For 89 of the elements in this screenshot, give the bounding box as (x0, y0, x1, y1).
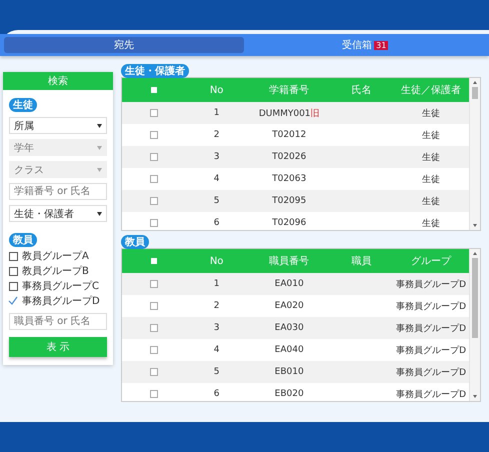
dropdown[interactable]: 生徒・保護者 (9, 205, 107, 222)
scrollbar[interactable] (469, 249, 480, 401)
row-checkbox[interactable] (150, 109, 158, 117)
search-field[interactable]: 学籍番号 or 氏名 (9, 183, 107, 200)
section-label: 生徒 (9, 98, 37, 112)
row-checkbox[interactable] (150, 368, 158, 376)
table-cell-text: 事務員グループD (396, 344, 466, 356)
table-cell-text: 生徒 (422, 152, 440, 164)
table-cell-text: 生徒 (422, 108, 440, 120)
count-badge: 31 (374, 40, 388, 50)
table-cell-text: 事務員グループD (396, 366, 466, 378)
scroll-thumb[interactable] (472, 87, 478, 99)
checkbox-item[interactable]: 教員グループB (9, 264, 107, 278)
row-checkbox[interactable] (150, 131, 158, 139)
tab[interactable]: 宛先 (4, 37, 244, 53)
table-cell: 3 (214, 152, 220, 162)
table-cell: 5 (214, 196, 220, 206)
table-cell: T02096 (272, 218, 306, 228)
row-checkbox[interactable] (150, 197, 158, 205)
table-cell-text: DUMMY001旧 (258, 108, 320, 120)
checkbox-item[interactable]: 事務員グループD (9, 294, 107, 308)
table-cell-text: 事務員グループD (396, 388, 466, 400)
column-header: No (208, 84, 224, 96)
column-header: 生徒／保護者 (400, 84, 462, 97)
column-header: 学籍番号 (268, 84, 310, 97)
checkbox[interactable] (9, 252, 18, 260)
table-cell-text: 事務員グループD (396, 278, 466, 290)
table-cell: 1 (214, 108, 220, 118)
caret-icon (97, 124, 102, 128)
table-cell: 4 (214, 174, 220, 184)
column-header: No (208, 256, 224, 266)
row-checkbox[interactable] (150, 175, 158, 183)
search-field[interactable]: 職員番号 or 氏名 (9, 313, 107, 330)
table-cell: EA030 (274, 323, 304, 333)
checkbox[interactable] (9, 282, 18, 290)
table-cell: 6 (214, 218, 220, 228)
caret-icon (97, 212, 102, 216)
table-cell: 2 (214, 301, 220, 311)
row-checkbox[interactable] (150, 346, 158, 354)
checkbox-item[interactable]: 教員グループA (9, 249, 107, 263)
column-header: 氏名 (350, 84, 373, 97)
table-cell: EA010 (274, 279, 304, 289)
table-cell: EB020 (274, 389, 304, 399)
table-cell-text: 生徒 (422, 196, 440, 208)
column-header: 職員番号 (268, 254, 310, 268)
table-cell: 1 (214, 279, 220, 289)
table-title: 生徒・保護者 (121, 64, 189, 78)
checkbox-item[interactable]: 事務員グループC (9, 279, 107, 293)
column-header: グループ (410, 254, 452, 268)
select-all-checkbox[interactable] (150, 87, 157, 93)
checkbox[interactable] (9, 266, 18, 276)
scroll-thumb[interactable] (472, 258, 478, 338)
table-cell: 4 (214, 345, 220, 355)
table-cell: T02026 (272, 152, 306, 162)
table-cell-text: 事務員グループD (396, 322, 466, 334)
scroll-down-icon[interactable] (473, 395, 477, 398)
row-checkbox[interactable] (150, 280, 158, 288)
table-cell-text: 生徒 (422, 218, 440, 230)
table-title: 教員 (121, 235, 149, 249)
table-cell-text: 生徒 (422, 174, 440, 186)
row-checkbox[interactable] (150, 390, 158, 398)
tab[interactable]: 受信箱 31 (246, 37, 485, 53)
table-cell: T02012 (272, 130, 306, 140)
dropdown[interactable]: 所属 (9, 117, 107, 134)
panel-header: 検索 (3, 72, 113, 90)
section-label: 教員 (9, 233, 37, 247)
table-cell: T02063 (272, 174, 306, 184)
row-checkbox[interactable] (150, 219, 158, 227)
table-cell-text: 事務員グループD (396, 300, 466, 312)
table-cell: 6 (214, 389, 220, 399)
scroll-down-icon[interactable] (473, 224, 477, 227)
table-cell: 5 (214, 367, 220, 377)
scroll-up-icon[interactable] (473, 81, 477, 84)
row-checkbox[interactable] (150, 153, 158, 161)
table-cell: 2 (214, 130, 220, 140)
scrollbar[interactable] (469, 78, 480, 230)
table-cell: T02095 (272, 196, 306, 206)
table-cell: EA020 (274, 301, 304, 311)
row-checkbox[interactable] (150, 324, 158, 332)
table-cell-text: 生徒 (422, 130, 440, 142)
table-cell: EB010 (274, 367, 304, 377)
row-checkbox[interactable] (150, 302, 158, 310)
scroll-up-icon[interactable] (473, 252, 477, 255)
caret-icon (97, 168, 102, 172)
column-header: 職員 (350, 254, 373, 268)
caret-icon (97, 146, 102, 150)
select-all-checkbox[interactable] (150, 258, 157, 264)
table-cell: 3 (214, 323, 220, 333)
table-cell: EA040 (274, 345, 304, 355)
